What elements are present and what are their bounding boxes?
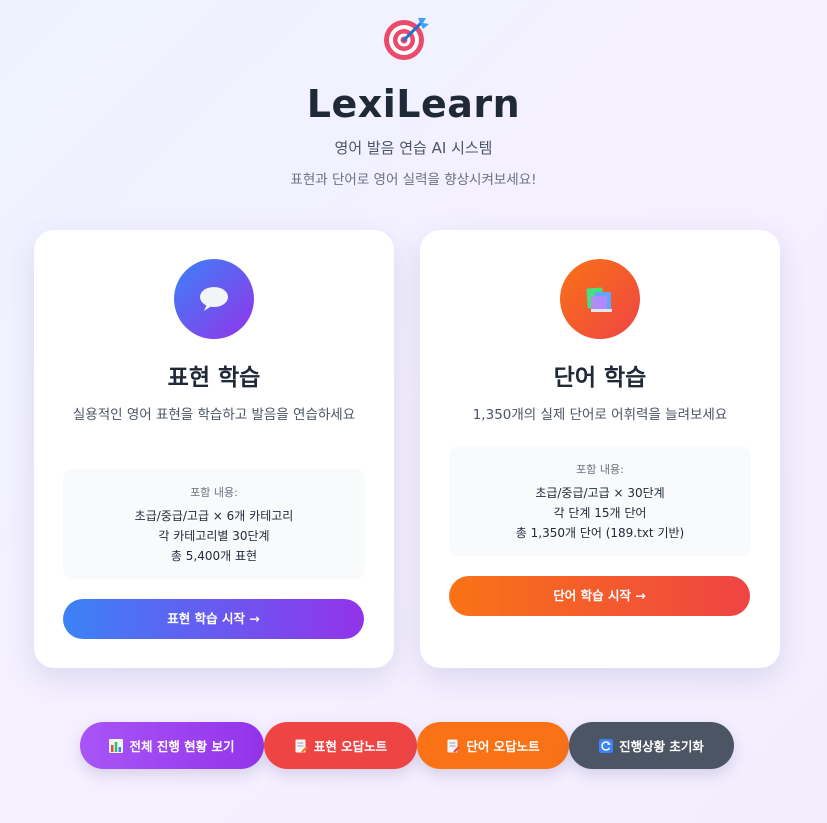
books-icon — [586, 287, 612, 312]
bar-chart-icon — [109, 738, 124, 753]
expression-card-icon-circle — [174, 259, 254, 339]
memo-icon — [295, 739, 308, 753]
word-info-line: 초급/중급/고급 × 30단계 — [535, 486, 665, 500]
word-info-box: 포함 내용: 초급/중급/고급 × 30단계 각 단계 15개 단어 총 1,3… — [449, 446, 751, 556]
expression-wrong-notes-button[interactable]: 표현 오답노트 — [264, 722, 417, 769]
app-title: LexiLearn — [306, 82, 521, 126]
refresh-icon — [599, 738, 614, 753]
target-dart-icon — [384, 18, 429, 60]
speech-bubble-icon — [200, 287, 228, 311]
expression-info-line: 초급/중급/고급 × 6개 카테고리 — [134, 509, 294, 523]
memo-icon — [447, 739, 461, 753]
reset-progress-button[interactable]: 진행상황 초기화 — [569, 722, 734, 769]
word-info-line: 각 단계 15개 단어 — [553, 506, 647, 520]
app-tagline: 표현과 단어로 영어 실력을 향상시켜보세요! — [290, 172, 537, 188]
start-expression-learning-button[interactable]: 표현 학습 시작 → — [63, 599, 364, 639]
word-card-icon-circle — [560, 259, 640, 339]
expression-learning-card: 표현 학습 실용적인 영어 표현을 학습하고 발음을 연습하세요 포함 내용: … — [34, 230, 394, 668]
word-info-label: 포함 내용: — [576, 463, 624, 476]
expression-wrong-notes-label: 표현 오답노트 — [313, 739, 388, 754]
app-subtitle: 영어 발음 연습 AI 시스템 — [334, 139, 493, 157]
expression-info-label: 포함 내용: — [190, 486, 238, 499]
expression-info-box: 포함 내용: 초급/중급/고급 × 6개 카테고리 각 카테고리별 30단계 총… — [63, 469, 365, 579]
expression-info-line: 총 5,400개 표현 — [170, 549, 258, 563]
expression-card-title: 표현 학습 — [167, 365, 261, 391]
word-learning-card: 단어 학습 1,350개의 실제 단어로 어휘력을 늘려보세요 포함 내용: 초… — [420, 230, 780, 668]
view-progress-label: 전체 진행 현황 보기 — [129, 739, 235, 754]
word-info-line: 총 1,350개 단어 (189.txt 기반) — [515, 526, 685, 540]
expression-info-line: 각 카테고리별 30단계 — [158, 529, 270, 543]
word-wrong-notes-button[interactable]: 단어 오답노트 — [417, 722, 569, 769]
reset-progress-label: 진행상황 초기화 — [619, 739, 704, 754]
word-wrong-notes-label: 단어 오답노트 — [466, 739, 540, 754]
expression-card-description: 실용적인 영어 표현을 학습하고 발음을 연습하세요 — [72, 407, 356, 423]
word-card-title: 단어 학습 — [553, 365, 647, 391]
start-word-learning-button[interactable]: 단어 학습 시작 → — [449, 576, 750, 616]
word-card-description: 1,350개의 실제 단어로 어휘력을 늘려보세요 — [472, 407, 728, 423]
view-progress-button[interactable]: 전체 진행 현황 보기 — [80, 722, 264, 769]
